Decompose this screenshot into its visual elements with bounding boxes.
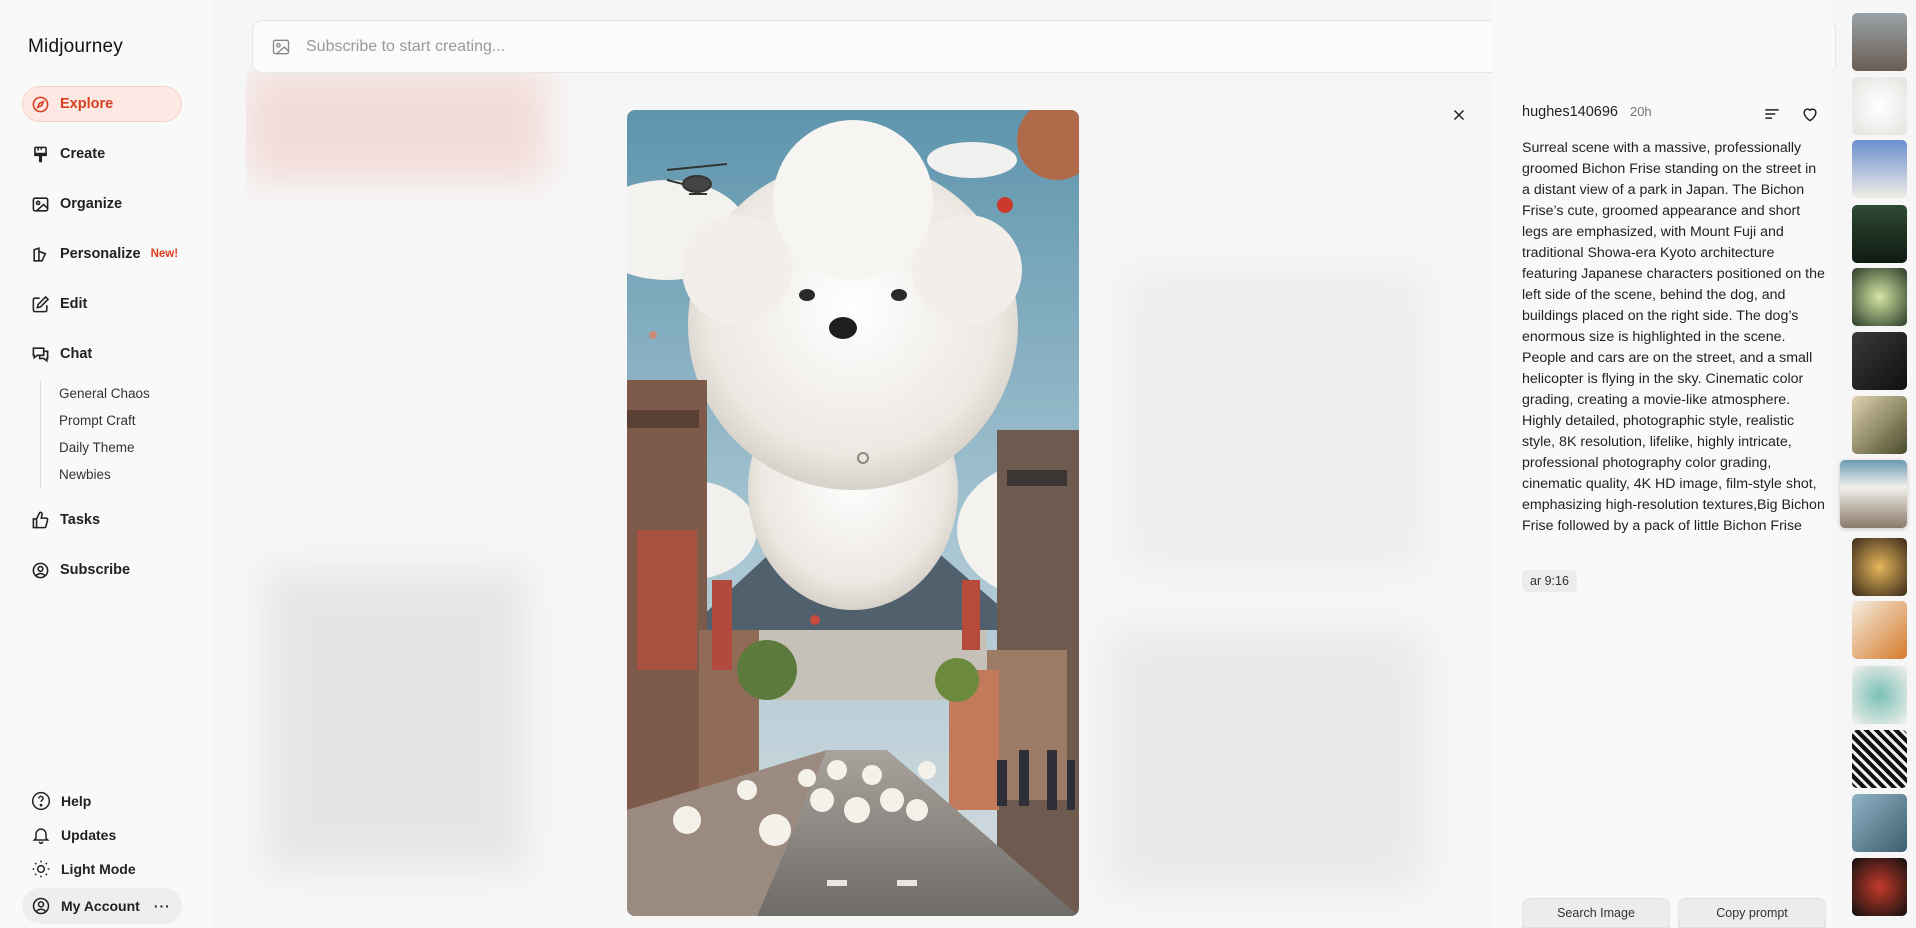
search-image-button[interactable]: Search Image (1522, 898, 1670, 928)
selected-image[interactable] (627, 110, 1079, 916)
help-icon (30, 790, 52, 812)
image-icon[interactable] (271, 37, 291, 57)
sidebar-item-label: Updates (61, 827, 117, 843)
thumbnail[interactable] (1852, 205, 1907, 263)
thumbnail[interactable] (1852, 794, 1907, 852)
chat-channel-item[interactable]: General Chaos (59, 380, 182, 407)
sidebar-item-explore[interactable]: Explore (22, 86, 182, 122)
thumbnail[interactable] (1852, 601, 1907, 659)
edit-icon (30, 294, 50, 314)
feed-image-blur (1106, 630, 1426, 890)
aspect-ratio-param: ar 9:16 (1522, 570, 1577, 592)
brush-icon (30, 144, 50, 164)
image-icon (30, 194, 50, 214)
sidebar-item-label: Tasks (60, 512, 101, 528)
sun-icon (30, 858, 52, 880)
new-badge: New! (150, 248, 179, 260)
sidebar-item-label: Organize (60, 196, 123, 212)
search-input-placeholder[interactable]: Subscribe to start creating... (306, 38, 505, 56)
thumbnail[interactable] (1852, 396, 1907, 454)
copy-prompt-button[interactable]: Copy prompt (1678, 898, 1826, 928)
compass-icon (30, 94, 50, 114)
sidebar: Midjourney Explore Create Organize Perso… (0, 0, 214, 928)
user-circle-icon (30, 895, 52, 917)
thumbnail[interactable] (1852, 858, 1907, 916)
sidebar-item-label: Help (61, 793, 92, 809)
feed-image-blur (246, 70, 546, 180)
sidebar-item-subscribe[interactable]: Subscribe (22, 552, 182, 588)
chat-channel-item[interactable]: Newbies (59, 461, 182, 488)
heart-icon[interactable] (1800, 104, 1820, 124)
sidebar-item-light-mode[interactable]: Light Mode (22, 852, 182, 886)
feed-image-blur (266, 570, 526, 870)
sidebar-item-edit[interactable]: Edit (22, 286, 182, 322)
sidebar-item-label: Light Mode (61, 861, 136, 877)
close-icon[interactable] (1448, 104, 1470, 126)
chat-channel-list: General Chaos Prompt Craft Daily Theme N… (40, 380, 182, 488)
sidebar-item-label: Create (60, 146, 106, 162)
thumbnail-selected[interactable] (1840, 460, 1907, 528)
prompt-text: Surreal scene with a massive, profession… (1522, 140, 1825, 534)
thumbnail-strip (1840, 0, 1916, 928)
sidebar-item-label: Personalize (60, 246, 141, 262)
thumbnail[interactable] (1852, 13, 1907, 71)
thumbnail[interactable] (1852, 538, 1907, 596)
sidebar-item-organize[interactable]: Organize (22, 186, 182, 222)
main-nav: Explore Create Organize Personalize New! (22, 86, 182, 602)
sidebar-item-personalize[interactable]: Personalize New! (22, 236, 182, 272)
sidebar-item-label: My Account (61, 898, 140, 914)
sidebar-item-label: Subscribe (60, 562, 131, 578)
image-details-panel: hughes140696 20h Surreal scene with a ma… (1492, 0, 1832, 928)
sidebar-item-help[interactable]: Help (22, 784, 182, 818)
sidebar-item-updates[interactable]: Updates (22, 818, 182, 852)
thumbnail[interactable] (1852, 666, 1907, 724)
detail-actions (1762, 104, 1820, 124)
thumbnail[interactable] (1852, 332, 1907, 390)
user-circle-icon (30, 560, 50, 580)
app-logo[interactable]: Midjourney (28, 36, 123, 58)
chat-channel-item[interactable]: Prompt Craft (59, 407, 182, 434)
bell-icon (30, 824, 52, 846)
thumbnail[interactable] (1852, 730, 1907, 788)
thumbnail[interactable] (1852, 268, 1907, 326)
thumbnail[interactable] (1852, 140, 1907, 198)
chat-channel-item[interactable]: Daily Theme (59, 434, 182, 461)
post-time: 20h (1629, 104, 1652, 119)
more-options-icon[interactable]: ··· (154, 898, 171, 914)
sidebar-item-create[interactable]: Create (22, 136, 182, 172)
feed-image-blur (1126, 270, 1426, 570)
thumbs-up-icon (30, 510, 50, 530)
chat-icon (30, 344, 50, 364)
personalize-icon (30, 244, 50, 264)
menu-lines-icon[interactable] (1762, 104, 1782, 124)
thumbnail[interactable] (1852, 77, 1907, 135)
sidebar-item-tasks[interactable]: Tasks (22, 502, 182, 538)
sidebar-item-label: Edit (60, 296, 88, 312)
sidebar-item-label: Explore (60, 96, 114, 112)
sidebar-item-label: Chat (60, 346, 93, 362)
author-name[interactable]: hughes140696 (1522, 104, 1618, 120)
sidebar-item-chat[interactable]: Chat (22, 336, 182, 372)
sidebar-item-my-account[interactable]: My Account ··· (22, 888, 182, 924)
author-row: hughes140696 20h (1522, 104, 1652, 120)
bottom-nav: Help Updates Light Mode My Account ··· (22, 784, 182, 924)
